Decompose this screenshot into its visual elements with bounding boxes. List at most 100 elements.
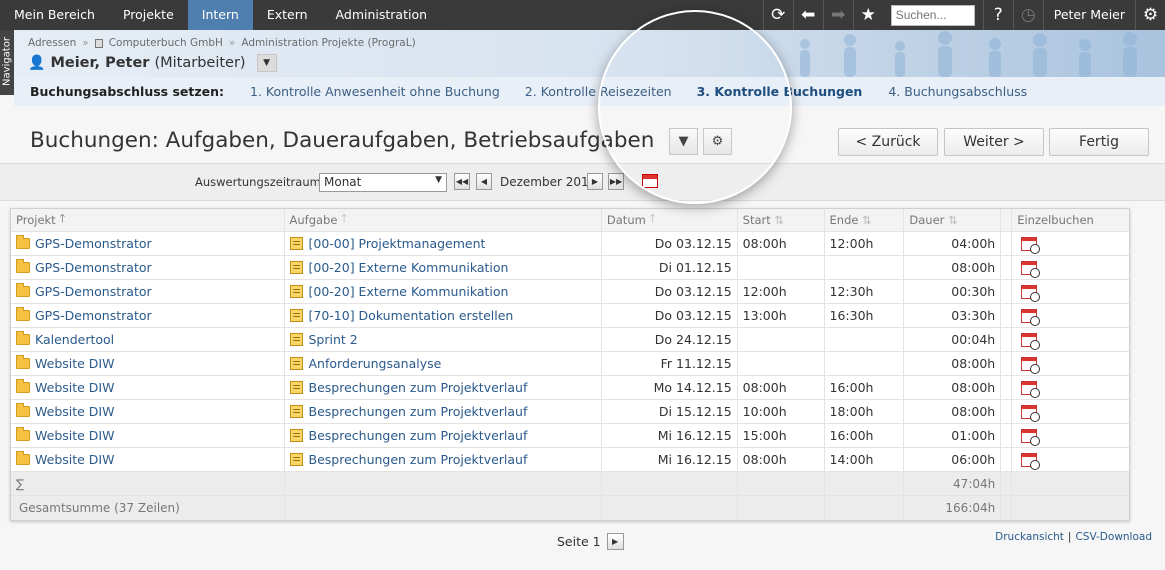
col-start-label: Start xyxy=(742,213,771,227)
folder-icon xyxy=(16,283,30,297)
period-select[interactable]: Monat ▼ xyxy=(319,173,447,192)
gear-icon[interactable]: ⚙ xyxy=(1135,0,1165,30)
project-link[interactable]: GPS-Demonstrator xyxy=(35,236,152,251)
tab-administration[interactable]: Administration xyxy=(322,0,441,30)
project-link[interactable]: GPS-Demonstrator xyxy=(35,308,152,323)
task-link[interactable]: [00-20] Externe Kommunikation xyxy=(309,260,509,275)
date-cell: Mo 14.12.15 xyxy=(602,376,738,399)
single-booking-icon[interactable] xyxy=(1021,404,1041,422)
step-4[interactable]: 4. Buchungsabschluss xyxy=(888,84,1027,99)
task-icon xyxy=(289,357,303,370)
col-aufgabe-label: Aufgabe xyxy=(289,213,338,227)
single-booking-icon[interactable] xyxy=(1021,260,1041,278)
last-period-button[interactable]: ▶▶ xyxy=(608,173,624,190)
tab-extern[interactable]: Extern xyxy=(253,0,322,30)
breadcrumb-adressen[interactable]: Adressen xyxy=(28,37,76,49)
project-link[interactable]: Website DIW xyxy=(35,356,114,371)
step-2[interactable]: 2. Kontrolle Reisezeiten xyxy=(525,84,672,99)
folder-icon xyxy=(16,427,30,441)
single-booking-icon[interactable] xyxy=(1021,452,1041,470)
refresh-icon[interactable]: ⟳ xyxy=(762,0,793,30)
breadcrumb-administration[interactable]: Administration Projekte (PrograL) xyxy=(241,37,415,49)
task-link[interactable]: Sprint 2 xyxy=(309,332,358,347)
print-view-link[interactable]: Druckansicht xyxy=(995,531,1064,543)
date-cell: Do 03.12.15 xyxy=(602,304,738,327)
navigator-label: Navigator xyxy=(1,37,13,86)
csv-download-link[interactable]: CSV-Download xyxy=(1075,531,1152,543)
table-header: Projekt 🡑 Aufgabe 🡑 Datum 🡑 Start ⇅ Ende… xyxy=(11,209,1129,232)
table-row: Website DIW Anforderungsanalyse Fr 11.12.1… xyxy=(11,352,1129,376)
duration-cell: 00:30h xyxy=(904,280,1002,303)
period-label: Auswertungszeitraum xyxy=(195,175,321,189)
task-link[interactable]: Besprechungen zum Projektverlauf xyxy=(309,428,528,443)
project-link[interactable]: Website DIW xyxy=(35,404,114,419)
task-link[interactable]: Anforderungsanalyse xyxy=(309,356,442,371)
col-dauer[interactable]: Dauer ⇅ xyxy=(904,209,1002,231)
navigator-tab[interactable]: Navigator xyxy=(0,30,14,95)
single-booking-icon[interactable] xyxy=(1021,356,1041,374)
single-booking-icon[interactable] xyxy=(1021,380,1041,398)
col-ende[interactable]: Ende ⇅ xyxy=(825,209,905,231)
end-cell xyxy=(825,256,905,279)
next-period-button[interactable]: ▶ xyxy=(587,173,603,190)
step-1[interactable]: 1. Kontrolle Anwesenheit ohne Buchung xyxy=(250,84,500,99)
finish-button[interactable]: Fertig xyxy=(1049,128,1149,156)
task-link[interactable]: Besprechungen zum Projektverlauf xyxy=(309,380,528,395)
first-period-button[interactable]: ◀◀ xyxy=(454,173,470,190)
col-aufgabe[interactable]: Aufgabe 🡑 xyxy=(285,209,602,231)
forward-arrow-icon[interactable]: ➡ xyxy=(822,0,853,30)
task-link[interactable]: [70-10] Dokumentation erstellen xyxy=(309,308,514,323)
current-period: Dezember 2015 xyxy=(500,175,597,189)
back-arrow-icon[interactable]: ⬅ xyxy=(792,0,823,30)
next-button[interactable]: Weiter > xyxy=(944,128,1044,156)
task-link[interactable]: [00-00] Projektmanagement xyxy=(309,236,486,251)
tab-intern[interactable]: Intern xyxy=(187,0,253,30)
previous-period-button[interactable]: ◀ xyxy=(476,173,492,190)
person-heading: 👤 Meier, Peter (Mitarbeiter) ▼ xyxy=(28,54,277,72)
task-link[interactable]: Besprechungen zum Projektverlauf xyxy=(309,452,528,467)
user-menu[interactable]: Peter Meier xyxy=(1042,0,1135,30)
project-link[interactable]: Kalendertool xyxy=(35,332,114,347)
project-link[interactable]: Website DIW xyxy=(35,452,114,467)
col-projekt[interactable]: Projekt 🡑 xyxy=(11,209,285,231)
sum-dauer: 47:04h xyxy=(904,472,1002,495)
folder-icon xyxy=(16,403,30,417)
tab-mein-bereich[interactable]: Mein Bereich xyxy=(0,0,109,30)
single-booking-icon[interactable] xyxy=(1021,428,1041,446)
project-link[interactable]: GPS-Demonstrator xyxy=(35,260,152,275)
single-booking-icon[interactable] xyxy=(1021,284,1041,302)
start-cell xyxy=(738,256,825,279)
title-dropdown-button[interactable]: ▼ xyxy=(669,128,698,155)
single-booking-icon[interactable] xyxy=(1021,236,1041,254)
end-cell: 16:30h xyxy=(825,304,905,327)
col-datum[interactable]: Datum 🡑 xyxy=(602,209,738,231)
header-decoration xyxy=(800,31,1137,77)
favorites-star-icon[interactable]: ★ xyxy=(852,0,883,30)
project-link[interactable]: Website DIW xyxy=(35,428,114,443)
next-page-button[interactable]: ▶ xyxy=(606,533,624,550)
person-dropdown-button[interactable]: ▼ xyxy=(256,54,277,72)
duration-cell: 08:00h xyxy=(904,352,1002,375)
help-icon[interactable]: ? xyxy=(982,0,1013,30)
breadcrumb-company[interactable]: Computerbuch GmbH xyxy=(109,37,223,49)
task-link[interactable]: Besprechungen zum Projektverlauf xyxy=(309,404,528,419)
single-booking-icon[interactable] xyxy=(1021,308,1041,326)
folder-icon xyxy=(16,379,30,393)
search-input[interactable] xyxy=(890,4,975,26)
single-booking-icon[interactable] xyxy=(1021,332,1041,350)
task-link[interactable]: [00-20] Externe Kommunikation xyxy=(309,284,509,299)
table-row: Website DIW Besprechungen zum Projektverl… xyxy=(11,376,1129,400)
duration-cell: 06:00h xyxy=(904,448,1002,471)
settings-gear-button[interactable]: ⚙ xyxy=(703,128,732,155)
step-3[interactable]: 3. Kontrolle Buchungen xyxy=(697,84,863,99)
table-row: Kalendertool Sprint 2 Do 24.12.15 00:04h xyxy=(11,328,1129,352)
table-row: Website DIW Besprechungen zum Projektverl… xyxy=(11,400,1129,424)
project-link[interactable]: GPS-Demonstrator xyxy=(35,284,152,299)
sort-icon: ⇅ xyxy=(774,213,785,227)
tab-projekte[interactable]: Projekte xyxy=(109,0,188,30)
calendar-icon[interactable] xyxy=(642,174,658,188)
col-start[interactable]: Start ⇅ xyxy=(738,209,825,231)
project-link[interactable]: Website DIW xyxy=(35,380,114,395)
back-button[interactable]: < Zurück xyxy=(838,128,938,156)
timer-icon[interactable]: ◷ xyxy=(1012,0,1043,30)
